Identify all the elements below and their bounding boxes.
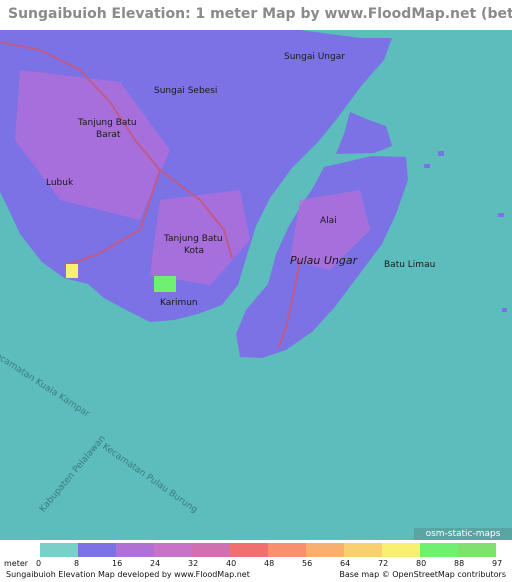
place-lubuk: Lubuk xyxy=(46,178,74,188)
legend-swatch xyxy=(78,543,116,557)
legend-swatch xyxy=(344,543,382,557)
legend-tick: 0 xyxy=(36,559,42,568)
high-elevation-spot xyxy=(154,276,176,292)
legend-tick: 40 xyxy=(226,559,237,568)
legend-tick: 16 xyxy=(112,559,123,568)
legend-swatch xyxy=(382,543,420,557)
legend-tick: 24 xyxy=(150,559,161,568)
credit-osm: Base map © OpenStreetMap contributors xyxy=(339,570,506,579)
legend-swatch xyxy=(40,543,78,557)
place-alai: Alai xyxy=(320,216,337,226)
islet-far-4 xyxy=(424,164,430,168)
legend-swatch xyxy=(230,543,268,557)
legend-tick: 56 xyxy=(302,559,313,568)
osm-static-maps-badge: osm-static-maps xyxy=(414,528,512,540)
legend-tick: 32 xyxy=(188,559,199,568)
legend-swatch xyxy=(154,543,192,557)
place-batu-limau: Batu Limau xyxy=(384,260,436,270)
place-tanjung-batu-kota-line2: Kota xyxy=(184,246,205,256)
islet-northeast xyxy=(336,112,392,154)
legend-swatch xyxy=(192,543,230,557)
place-tanjung-batu-kota-line1: Tanjung Batu xyxy=(164,234,223,244)
legend-swatch xyxy=(306,543,344,557)
legend-tick: 8 xyxy=(74,559,80,568)
high-elevation-spot-2 xyxy=(66,264,78,278)
credit-floodmap: Sungaibuioh Elevation Map developed by w… xyxy=(6,570,250,579)
legend-tick: 64 xyxy=(340,559,351,568)
place-sungai-sebesi: Sungai Sebesi xyxy=(154,86,218,96)
legend-swatch xyxy=(458,543,496,557)
place-tanjung-batu-barat-line2: Barat xyxy=(96,130,121,140)
place-tanjung-batu-barat-line1: Tanjung Batu xyxy=(78,118,137,128)
elevation-legend: meter 0 8 16 24 32 40 48 56 64 72 80 88 97 Sungaibui… xyxy=(0,540,512,582)
map-title: Sungaibuioh Elevation: 1 meter Map by ww… xyxy=(8,6,512,22)
place-sungai-ungar: Sungai Ungar xyxy=(284,52,345,62)
islet-far-1 xyxy=(438,151,444,156)
legend-swatch xyxy=(268,543,306,557)
title-bar: Sungaibuioh Elevation: 1 meter Map by ww… xyxy=(0,0,512,30)
legend-tick: 97 xyxy=(492,559,503,568)
legend-swatch xyxy=(420,543,458,557)
place-pulau-ungar: Pulau Ungar xyxy=(290,254,358,267)
place-karimun: Karimun xyxy=(160,298,198,308)
legend-tick: 88 xyxy=(454,559,465,568)
elevation-map[interactable]: Sungai Ungar Sungai Sebesi Tanjung Batu … xyxy=(0,30,512,540)
legend-tick: 80 xyxy=(416,559,427,568)
legend-tick: 72 xyxy=(378,559,389,568)
legend-swatch xyxy=(116,543,154,557)
islet-far-2 xyxy=(498,213,504,217)
legend-unit: meter xyxy=(4,559,29,568)
legend-tick: 48 xyxy=(264,559,275,568)
islet-far-3 xyxy=(502,308,507,312)
